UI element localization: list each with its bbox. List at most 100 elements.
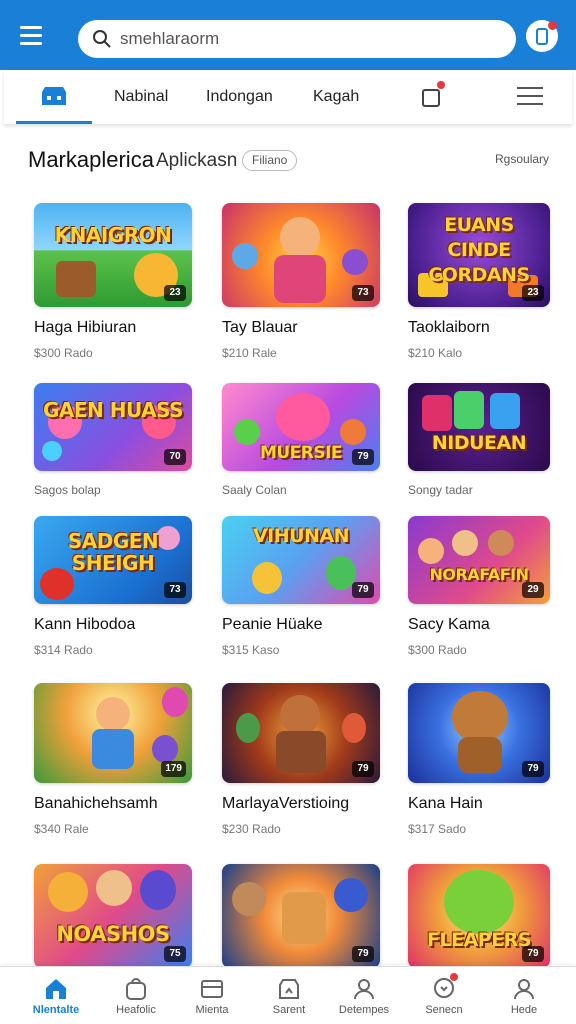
- rating-badge: 79: [352, 946, 374, 962]
- nav-home[interactable]: Nlentalte: [16, 967, 96, 1024]
- thumbnail-title: VIHUNAN: [252, 525, 350, 547]
- rating-badge: 23: [164, 285, 186, 301]
- tab-home[interactable]: [16, 70, 92, 124]
- nav-heafolic[interactable]: Heafolic: [96, 967, 176, 1024]
- app-card[interactable]: FLEAPERS 79: [408, 864, 566, 968]
- app-thumbnail: KNAIGRON 23: [34, 203, 192, 307]
- app-card[interactable]: SADGEN SHEIGH 73 Kann Hibodoa $314 Rado: [34, 516, 192, 657]
- rating-badge: 75: [164, 946, 186, 962]
- app-name: Peanie Hüake: [222, 616, 323, 633]
- app-card[interactable]: MUERSIE 79 Saaly Colan: [222, 383, 380, 497]
- tab-indongan[interactable]: Indongan: [206, 70, 273, 124]
- app-name: Taoklaiborn: [408, 319, 490, 336]
- app-thumbnail: NOASHOS 75: [34, 864, 192, 968]
- app-price: $340 Rale: [34, 822, 89, 836]
- thumbnail-title: EUANS CINDE CORDANS: [428, 214, 530, 286]
- user-icon: [354, 979, 374, 1000]
- nav-label: Mienta: [195, 1004, 229, 1016]
- search-icon: [93, 30, 111, 48]
- nav-label: Detempes: [338, 1004, 390, 1016]
- app-card[interactable]: 79 MarlayaVerstioing $230 Rado: [222, 683, 380, 836]
- thumbnail-title: NOASHOS: [56, 922, 170, 946]
- filter-chip[interactable]: Filiano: [242, 150, 298, 171]
- app-price: $210 Kalo: [408, 346, 463, 360]
- profile-icon: [514, 979, 534, 1000]
- app-price: $300 Rado: [408, 643, 467, 657]
- menu-icon[interactable]: [517, 87, 543, 107]
- app-thumbnail: FLEAPERS 79: [408, 864, 550, 968]
- rating-badge: 70: [164, 449, 186, 465]
- app-subtitle: Songy tadar: [408, 483, 473, 497]
- top-app-bar: [0, 0, 576, 70]
- app-name: Tay Blauar: [222, 319, 298, 336]
- phone-icon[interactable]: [526, 20, 558, 52]
- app-thumbnail: 73: [222, 203, 380, 307]
- tab-nabinal[interactable]: Nabinal: [114, 70, 168, 124]
- app-price: $210 Rale: [222, 346, 277, 360]
- app-price: $300 Rado: [34, 346, 93, 360]
- app-thumbnail: 179: [34, 683, 192, 783]
- notification-dot: [437, 81, 445, 89]
- app-card[interactable]: NOASHOS 75: [34, 864, 192, 968]
- bottom-navigation: Nlentalte Heafolic Mienta Sarent Detempe…: [0, 966, 576, 1024]
- wallet-icon: [201, 980, 223, 998]
- app-thumbnail: VIHUNAN 79: [222, 516, 380, 604]
- hamburger-icon[interactable]: [20, 26, 52, 50]
- store-icon: [42, 87, 66, 105]
- app-card[interactable]: NORAFAFIN 29 Sacy Kama $300 Rado: [408, 516, 566, 657]
- app-name: Sacy Kama: [408, 616, 490, 633]
- app-card[interactable]: 79: [222, 864, 380, 968]
- app-card[interactable]: 73 Tay Blauar $210 Rale: [222, 203, 380, 360]
- thumbnail-title: KNAIGRON: [54, 223, 172, 247]
- nav-senecn[interactable]: Senecn: [404, 967, 484, 1024]
- rating-badge: 29: [522, 582, 544, 598]
- nav-sarent[interactable]: Sarent: [249, 967, 329, 1024]
- app-price: $315 Kaso: [222, 643, 280, 657]
- app-thumbnail: MUERSIE 79: [222, 383, 380, 471]
- app-card[interactable]: GAEN HUASS 70 Sagos bolap: [34, 383, 192, 497]
- app-thumbnail: 79: [222, 683, 380, 783]
- nav-label: Nlentalte: [32, 1004, 80, 1016]
- app-name: Banahichehsamh: [34, 795, 158, 812]
- nav-label: Senecn: [425, 1004, 463, 1016]
- rating-badge: 79: [352, 449, 374, 465]
- app-name: Kana Hain: [408, 795, 483, 812]
- search-bar[interactable]: [78, 20, 516, 58]
- thumbnail-title: GAEN HUASS: [42, 398, 184, 422]
- rating-badge: 179: [161, 761, 186, 777]
- app-thumbnail: 79: [222, 864, 380, 968]
- app-thumbnail: NORAFAFIN 29: [408, 516, 550, 604]
- see-all-link[interactable]: Rgsoulary: [495, 152, 549, 166]
- app-thumbnail: EUANS CINDE CORDANS 23: [408, 203, 550, 307]
- app-card[interactable]: 79 Kana Hain $317 Sado: [408, 683, 566, 836]
- nav-label: Sarent: [272, 1004, 306, 1016]
- tab-kagah[interactable]: Kagah: [313, 70, 359, 124]
- app-subtitle: Saaly Colan: [222, 483, 287, 497]
- app-name: Kann Hibodoa: [34, 616, 136, 633]
- category-tab-bar: Nabinal Indongan Kagah: [4, 70, 572, 124]
- app-thumbnail: GAEN HUASS 70: [34, 383, 192, 471]
- section-title: Markaplerica: [28, 147, 154, 172]
- rating-badge: 79: [352, 761, 374, 777]
- app-card[interactable]: 179 Banahichehsamh $340 Rale: [34, 683, 192, 836]
- app-card[interactable]: EUANS CINDE CORDANS 23 Taoklaiborn $210 …: [408, 203, 566, 360]
- app-card[interactable]: VIHUNAN 79 Peanie Hüake $315 Kaso: [222, 516, 380, 657]
- app-thumbnail: SADGEN SHEIGH 73: [34, 516, 192, 604]
- notification-dot: [548, 21, 557, 30]
- nav-hede[interactable]: Hede: [484, 967, 564, 1024]
- nav-label: Heafolic: [116, 1004, 156, 1016]
- app-price: $317 Sado: [408, 822, 467, 836]
- shopping-bag-icon[interactable]: [420, 81, 445, 107]
- app-subtitle: Sagos bolap: [34, 483, 101, 497]
- app-card[interactable]: KNAIGRON 23 Haga Hibiuran $300 Rado: [34, 203, 192, 360]
- rating-badge: 79: [522, 946, 544, 962]
- app-price: $230 Rado: [222, 822, 281, 836]
- thumbnail-title: SADGEN SHEIGH: [67, 529, 159, 575]
- app-name: Haga Hibiuran: [34, 319, 137, 336]
- nav-detempes[interactable]: Detempes: [324, 967, 404, 1024]
- search-input[interactable]: [120, 26, 500, 52]
- rating-badge: 79: [522, 761, 544, 777]
- app-card[interactable]: NIDUEAN Songy tadar: [408, 383, 566, 497]
- bag-icon: [126, 978, 146, 1000]
- nav-mienta[interactable]: Mienta: [172, 967, 252, 1024]
